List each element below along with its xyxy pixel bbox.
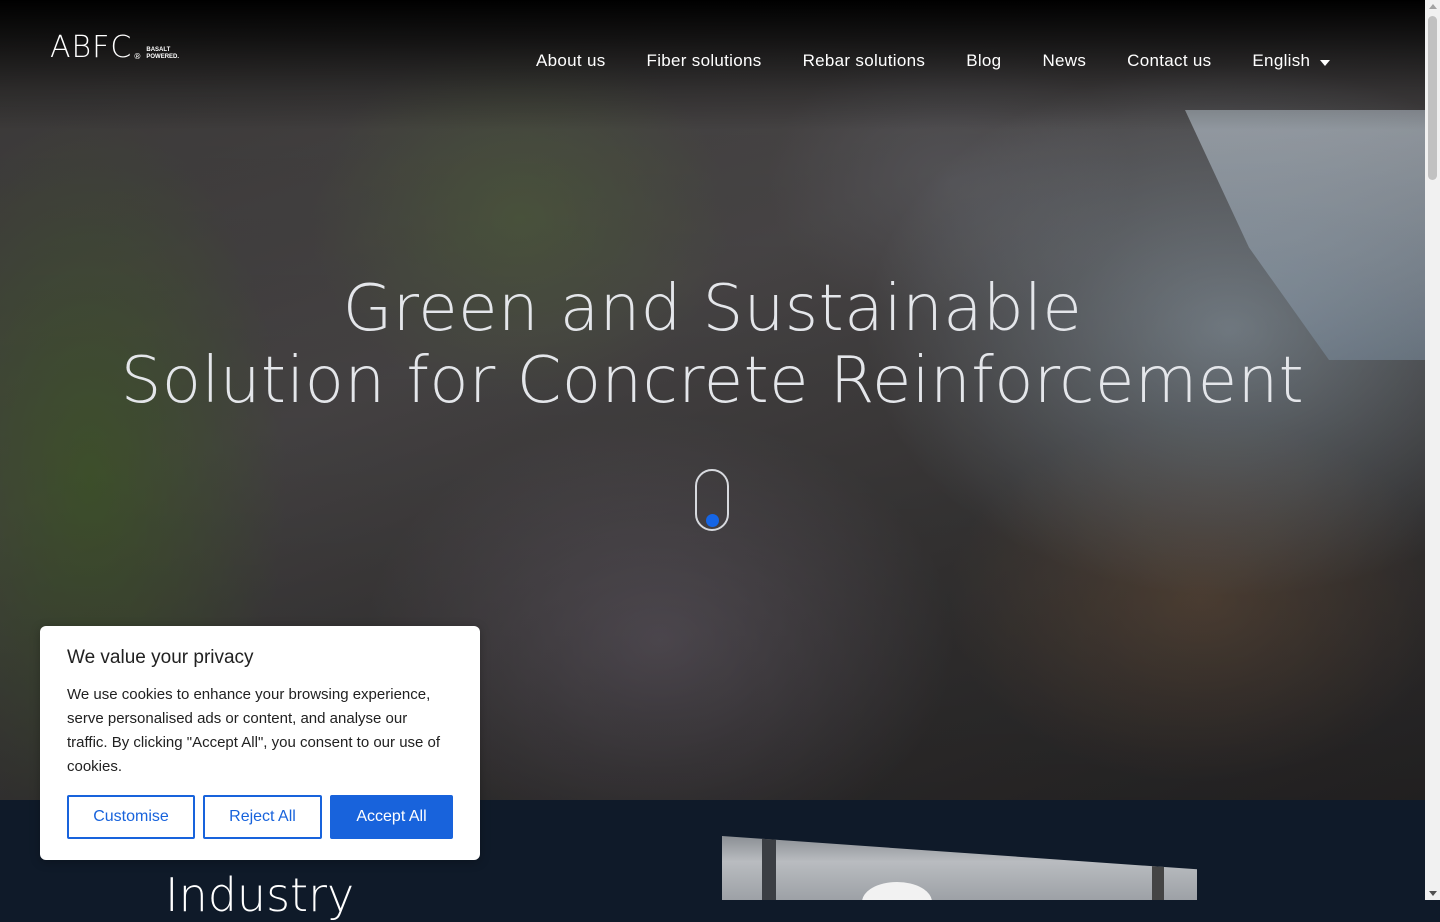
nav-blog[interactable]: Blog [966, 51, 1001, 71]
scroll-up-arrow-icon[interactable] [1429, 4, 1437, 9]
language-label: English [1252, 51, 1311, 70]
page-scrollbar[interactable] [1425, 0, 1440, 900]
cookie-description: We use cookies to enhance your browsing … [67, 686, 441, 775]
main-nav: About us Fiber solutions Rebar solutions… [536, 51, 1331, 71]
nav-about-us[interactable]: About us [536, 51, 606, 71]
customise-button[interactable]: Customise [67, 795, 195, 839]
hero-headline-line-2: Solution for Concrete Reinforcement [120, 344, 1305, 418]
scroll-dot-icon [706, 514, 719, 527]
logo-tagline: BASALT POWERED. [146, 47, 179, 61]
nav-rebar-solutions[interactable]: Rebar solutions [803, 51, 926, 71]
logo-tagline-line-1: BASALT [146, 47, 171, 53]
nav-news[interactable]: News [1042, 51, 1086, 71]
industry-heading: Industry [165, 868, 355, 922]
scroll-down-arrow-icon[interactable] [1429, 891, 1437, 896]
cookie-consent-banner: We value your privacy We use cookies to … [40, 626, 480, 860]
logo[interactable]: ABFC ® BASALT POWERED. [50, 33, 179, 63]
reject-all-button[interactable]: Reject All [203, 795, 322, 839]
cookie-title: We value your privacy [67, 647, 254, 668]
logo-registered-mark: ® [133, 52, 142, 61]
photo-pipe [762, 836, 776, 900]
scroll-down-indicator[interactable] [695, 469, 729, 531]
accept-all-button[interactable]: Accept All [330, 795, 453, 839]
caret-down-icon [1320, 59, 1331, 66]
scrollbar-thumb[interactable] [1428, 16, 1437, 180]
nav-contact-us[interactable]: Contact us [1127, 51, 1211, 71]
language-selector[interactable]: English [1252, 51, 1331, 71]
hard-hat-image [862, 882, 932, 900]
logo-wordmark: ABFC [50, 30, 133, 65]
hero-headline-line-1: Green and Sustainable [342, 272, 1083, 346]
logo-tagline-line-2: POWERED. [146, 54, 180, 60]
top-navigation-bar: ABFC ® BASALT POWERED. About us Fiber so… [0, 0, 1425, 130]
nav-fiber-solutions[interactable]: Fiber solutions [647, 51, 762, 71]
